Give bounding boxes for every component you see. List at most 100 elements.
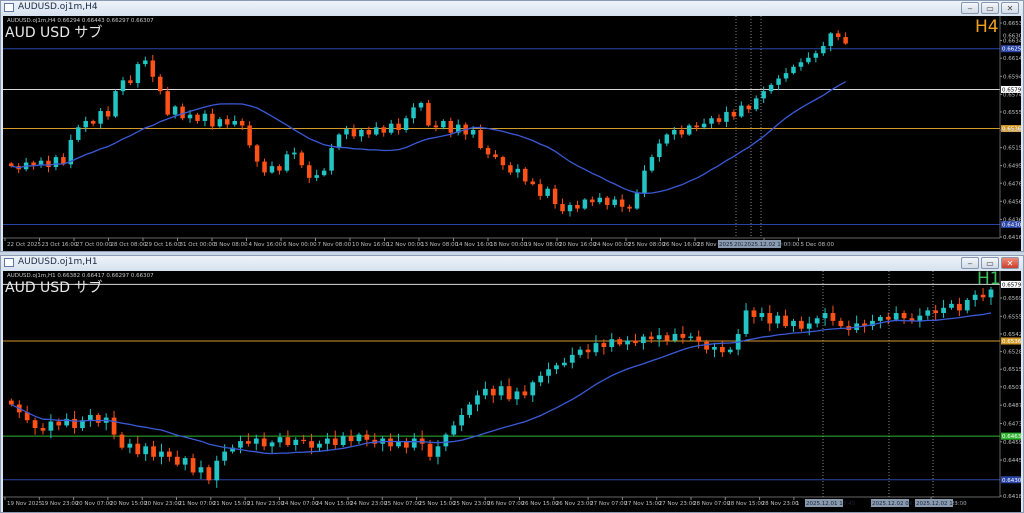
bearish-candle [210, 113, 215, 127]
bullish-candle [634, 193, 640, 209]
bearish-candle [664, 335, 670, 341]
bearish-candle [128, 80, 133, 84]
bearish-candle [348, 435, 354, 442]
price-tick-label: 0.65550 [1003, 110, 1021, 116]
bullish-candle [917, 315, 923, 321]
h4-title-bar[interactable]: AUDUSD.oj1m,H4 ‒ ▭ ✕ [1, 1, 1023, 16]
bullish-candle [498, 386, 504, 396]
price-line-label: 0.65366 [1002, 339, 1021, 345]
time-tick-label: 29 Oct 16:00 [145, 242, 181, 248]
bullish-candle [443, 434, 449, 447]
bearish-candle [799, 320, 804, 329]
bearish-candle [720, 347, 725, 353]
close-button[interactable]: ✕ [1001, 2, 1019, 14]
bearish-candle [694, 125, 699, 128]
bearish-candle [261, 438, 267, 447]
close-button[interactable]: ✕ [1001, 257, 1019, 269]
bullish-candle [325, 438, 330, 444]
bullish-candle [182, 458, 188, 465]
bullish-candle [53, 157, 59, 168]
minimize-button[interactable]: ‒ [961, 2, 979, 14]
bullish-candle [821, 46, 826, 54]
bearish-candle [351, 129, 357, 137]
bullish-candle [545, 188, 550, 196]
time-tick-label: 19 Nov 08:00 [525, 242, 563, 248]
h1-chart-window: AUDUSD.oj1m,H1 ‒ ▭ ✕ 0.65799 0.65366 0.646… [0, 255, 1024, 513]
time-tick-label: 24 Nov 15:00 [316, 501, 354, 507]
current-price-label: 0.66307 [1003, 34, 1021, 40]
bullish-candle [814, 318, 820, 324]
h1-chart-area[interactable]: 0.657990.653660.646380.643040.656950.655… [3, 271, 1021, 512]
bearish-candle [158, 76, 163, 92]
bullish-candle [672, 130, 677, 135]
bearish-candle [111, 417, 117, 435]
bullish-candle [340, 435, 346, 446]
time-highlight-label: 2025.12.02 14:15 [744, 242, 794, 248]
bearish-candle [427, 443, 433, 457]
bullish-candle [612, 199, 617, 205]
bearish-candle [31, 162, 36, 166]
bullish-candle [828, 33, 833, 47]
h4-chart-area[interactable]: 0.662500.657990.653660.643040.665350.663… [3, 16, 1021, 251]
bullish-candle [609, 339, 615, 348]
bullish-candle [411, 438, 417, 448]
bullish-candle [418, 102, 424, 108]
bullish-candle [483, 388, 488, 396]
bearish-candle [679, 130, 684, 135]
bearish-candle [448, 120, 454, 133]
h1-title-bar[interactable]: AUDUSD.oj1m,H1 ‒ ▭ ✕ [1, 256, 1023, 271]
bullish-candle [187, 114, 193, 119]
h1-candlestick-chart[interactable]: 0.657990.653660.646380.643040.656950.655… [3, 271, 1021, 512]
bullish-candle [88, 414, 93, 421]
bearish-candle [704, 341, 709, 350]
bearish-candle [843, 36, 848, 44]
time-tick-label: 28 Nov 23:00 [762, 501, 800, 507]
bullish-candle [172, 106, 178, 115]
price-tick-label: 0.64360 [1003, 217, 1021, 223]
bullish-candle [403, 118, 409, 130]
bearish-candle [307, 165, 312, 178]
bullish-candle [806, 57, 811, 63]
bullish-candle [724, 111, 729, 122]
bearish-candle [285, 437, 291, 446]
bullish-candle [577, 349, 583, 355]
window-title: AUDUSD.oj1m,H4 [18, 2, 98, 12]
maximize-button[interactable]: ▭ [981, 2, 999, 14]
bullish-candle [467, 404, 472, 415]
h4-chart-window: AUDUSD.oj1m,H4 ‒ ▭ ✕ 0.66250 0.65799 0.653… [0, 0, 1024, 252]
price-tick-label: 0.64735 [1003, 421, 1021, 427]
bearish-candle [585, 349, 591, 353]
time-tick-label: 22 Oct 2025 [7, 242, 42, 248]
bullish-candle [768, 84, 774, 92]
price-tick-label: 0.65695 [1003, 296, 1021, 302]
price-tick-label: 0.65155 [1003, 146, 1021, 152]
bullish-candle [374, 127, 379, 135]
price-tick-label: 0.65150 [1003, 367, 1021, 373]
bearish-candle [552, 188, 558, 205]
time-tick-label: 26 Nov 15:00 [522, 501, 560, 507]
bullish-candle [538, 375, 544, 383]
bearish-candle [426, 102, 431, 126]
time-tick-label: 21 Nov 07:00 [179, 501, 217, 507]
bullish-candle [269, 166, 275, 173]
bearish-candle [309, 441, 314, 448]
time-tick-label: 5 Dec 08:00 [801, 242, 835, 248]
bearish-candle [366, 130, 372, 135]
bearish-candle [9, 400, 14, 405]
minimize-button[interactable]: ‒ [961, 257, 979, 269]
bearish-candle [605, 197, 610, 205]
bearish-candle [246, 441, 251, 444]
time-tick-label: 21 Nov 23:00 [247, 501, 285, 507]
maximize-button[interactable]: ▭ [981, 257, 999, 269]
time-tick-label: 26 Nov 07:00 [487, 501, 525, 507]
bearish-candle [150, 60, 156, 77]
price-tick-label: 0.64760 [1003, 181, 1021, 187]
time-highlight-label: 2025.12.02 04:30 [872, 501, 922, 507]
bullish-candle [202, 113, 208, 121]
bullish-candle [649, 157, 655, 171]
bearish-candle [506, 386, 512, 400]
h4-candlestick-chart[interactable]: 0.662500.657990.653660.643040.665350.663… [3, 16, 1021, 251]
bullish-candle [359, 130, 364, 137]
bearish-candle [537, 184, 543, 196]
bullish-candle [727, 349, 733, 353]
